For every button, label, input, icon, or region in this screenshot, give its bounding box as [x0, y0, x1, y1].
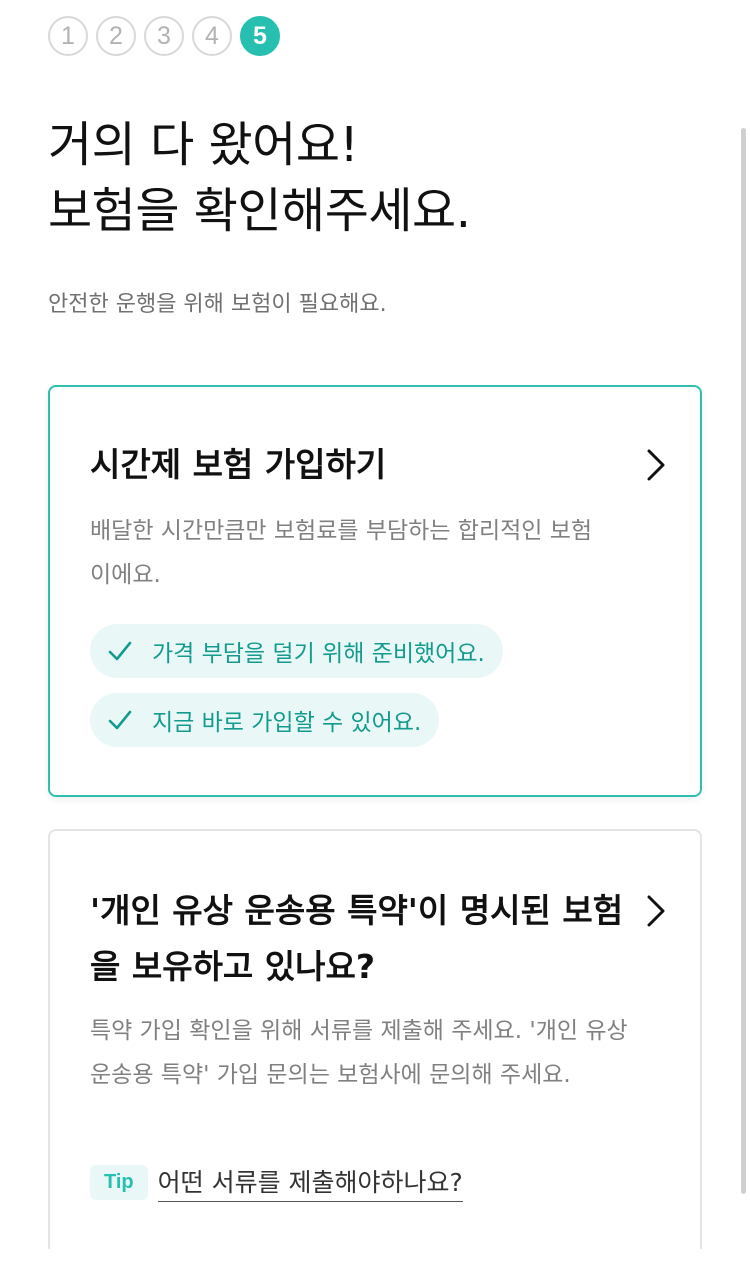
hourly-insurance-card[interactable]: 시간제 보험 가입하기 배달한 시간만큼만 보험료를 부담하는 합리적인 보험이… [48, 385, 702, 797]
feature-pill-label: 가격 부담을 덜기 위해 준비했어요. [152, 641, 485, 667]
document-help-link[interactable]: 어떤 서류를 제출해야하나요? [157, 1163, 463, 1202]
existing-insurance-card[interactable]: '개인 유상 운송용 특약'이 명시된 보험을 보유하고 있나요? 특약 가입 … [48, 829, 702, 1249]
step-indicator: 1 2 3 4 5 [48, 16, 280, 56]
tip-row: Tip 어떤 서류를 제출해야하나요? [90, 1163, 463, 1202]
scrollbar[interactable] [741, 128, 746, 1194]
check-icon [108, 710, 132, 730]
page-subtitle: 안전한 운행을 위해 보험이 필요해요. [48, 292, 387, 317]
feature-pill-label: 지금 바로 가입할 수 있어요. [152, 710, 422, 736]
check-icon [108, 641, 132, 661]
card-description: 특약 가입 확인을 위해 서류를 제출해 주세요. '개인 유상 운송용 특약'… [90, 1018, 628, 1088]
step-5-current: 5 [240, 16, 280, 56]
feature-pill: 가격 부담을 덜기 위해 준비했어요. [90, 624, 503, 678]
card-title: 시간제 보험 가입하기 [90, 445, 387, 484]
card-description: 배달한 시간만큼만 보험료를 부담하는 합리적인 보험이에요. [90, 518, 593, 588]
step-4: 4 [192, 16, 232, 56]
chevron-right-icon [647, 449, 665, 481]
feature-pill: 지금 바로 가입할 수 있어요. [90, 693, 440, 747]
step-1: 1 [48, 16, 88, 56]
page-title-line-2: 보험을 확인해주세요. [48, 183, 471, 239]
page-title-line-1: 거의 다 왔어요! [48, 117, 359, 173]
step-3: 3 [144, 16, 184, 56]
tip-badge: Tip [90, 1165, 148, 1200]
page-title: 거의 다 왔어요! 보험을 확인해주세요. [48, 112, 471, 244]
step-2: 2 [96, 16, 136, 56]
chevron-right-icon [647, 895, 665, 927]
card-title: '개인 유상 운송용 특약'이 명시된 보험을 보유하고 있나요? [90, 891, 624, 986]
